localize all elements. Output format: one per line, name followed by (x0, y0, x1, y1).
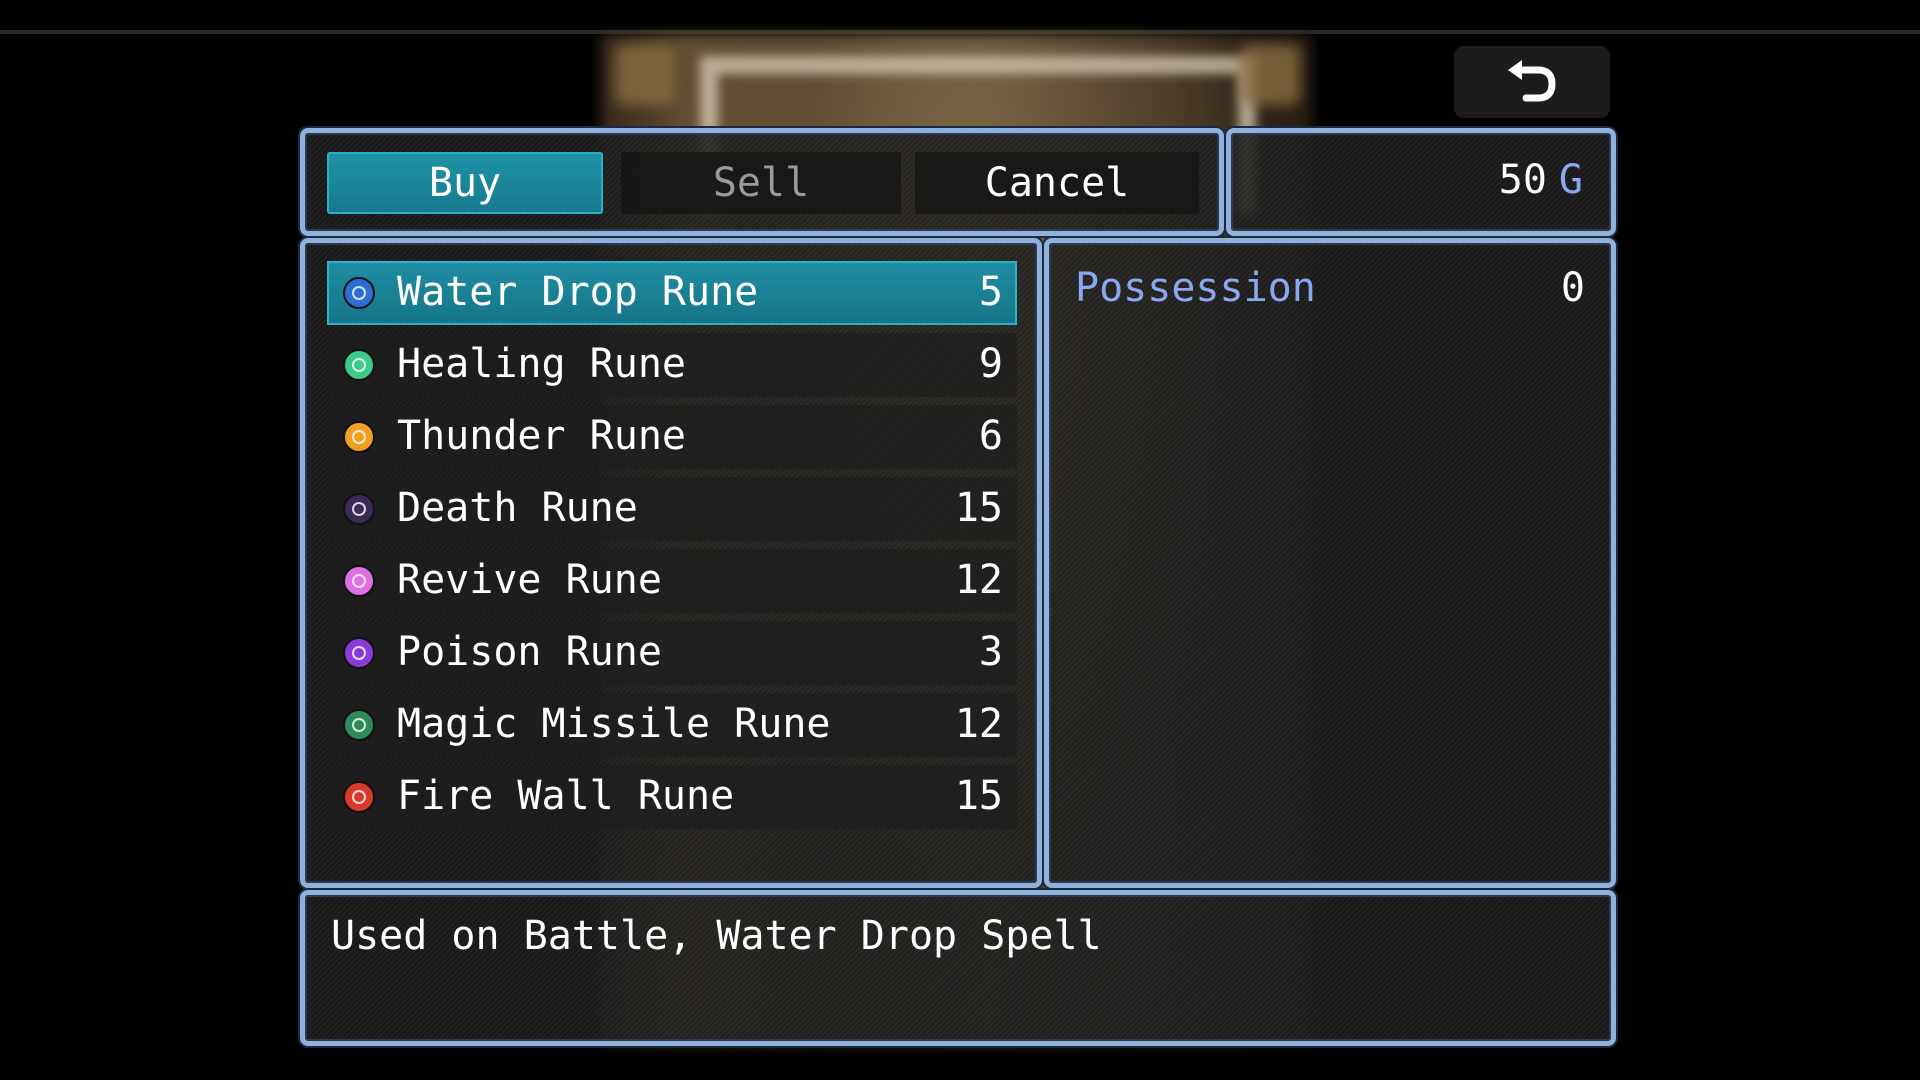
item-row[interactable]: Poison Rune 3 (327, 621, 1017, 685)
item-name: Healing Rune (397, 341, 686, 387)
item-name: Fire Wall Rune (397, 773, 735, 819)
gold-window: 50 G (1226, 128, 1616, 236)
item-row[interactable]: Water Drop Rune 5 (327, 261, 1017, 325)
background-ornament-right (1240, 45, 1300, 105)
item-list-window: Water Drop Rune 5 Healing Rune 9 Thunder Run… (300, 238, 1042, 888)
buy-button[interactable]: Buy (327, 152, 603, 214)
item-row[interactable]: Revive Rune 12 (327, 549, 1017, 613)
gold-display: 50 G (1499, 157, 1583, 203)
help-window: Used on Battle, Water Drop Spell (300, 890, 1616, 1046)
item-name: Magic Missile Rune (397, 701, 831, 747)
item-price: 5 (978, 269, 1003, 315)
item-name: Thunder Rune (397, 413, 686, 459)
item-name: Poison Rune (397, 629, 662, 675)
thunder-rune-icon (343, 421, 375, 453)
shop-screen: Buy Sell Cancel 50 G Water Drop Rune 5 Heal… (0, 0, 1920, 1080)
healing-rune-icon (343, 349, 375, 381)
item-name: Revive Rune (397, 557, 662, 603)
item-price: 3 (978, 629, 1003, 675)
water-drop-rune-icon (343, 277, 375, 309)
death-rune-icon (343, 493, 375, 525)
item-price: 12 (954, 701, 1003, 747)
command-window: Buy Sell Cancel (300, 128, 1224, 236)
sell-button[interactable]: Sell (621, 152, 901, 214)
possession-value: 0 (1560, 265, 1585, 311)
revive-rune-icon (343, 565, 375, 597)
back-button[interactable] (1454, 46, 1610, 118)
item-name: Death Rune (397, 485, 638, 531)
status-window: Possession 0 (1044, 238, 1616, 888)
poison-rune-icon (343, 637, 375, 669)
cancel-button[interactable]: Cancel (915, 152, 1199, 214)
item-name: Water Drop Rune (397, 269, 759, 315)
fire-wall-rune-icon (343, 781, 375, 813)
background-ornament-left (615, 45, 675, 105)
item-description: Used on Battle, Water Drop Spell (331, 913, 1102, 959)
possession-label: Possession (1075, 265, 1316, 311)
gold-amount: 50 (1498, 157, 1547, 203)
back-arrow-icon (1508, 60, 1556, 102)
item-price: 9 (978, 341, 1003, 387)
item-row[interactable]: Magic Missile Rune 12 (327, 693, 1017, 757)
item-row[interactable]: Healing Rune 9 (327, 333, 1017, 397)
item-price: 6 (978, 413, 1003, 459)
item-row[interactable]: Death Rune 15 (327, 477, 1017, 541)
item-price: 15 (954, 485, 1003, 531)
item-row[interactable]: Thunder Rune 6 (327, 405, 1017, 469)
item-price: 15 (954, 773, 1003, 819)
magic-missile-rune-icon (343, 709, 375, 741)
gold-unit: G (1558, 157, 1583, 203)
item-row[interactable]: Fire Wall Rune 15 (327, 765, 1017, 829)
item-price: 12 (954, 557, 1003, 603)
